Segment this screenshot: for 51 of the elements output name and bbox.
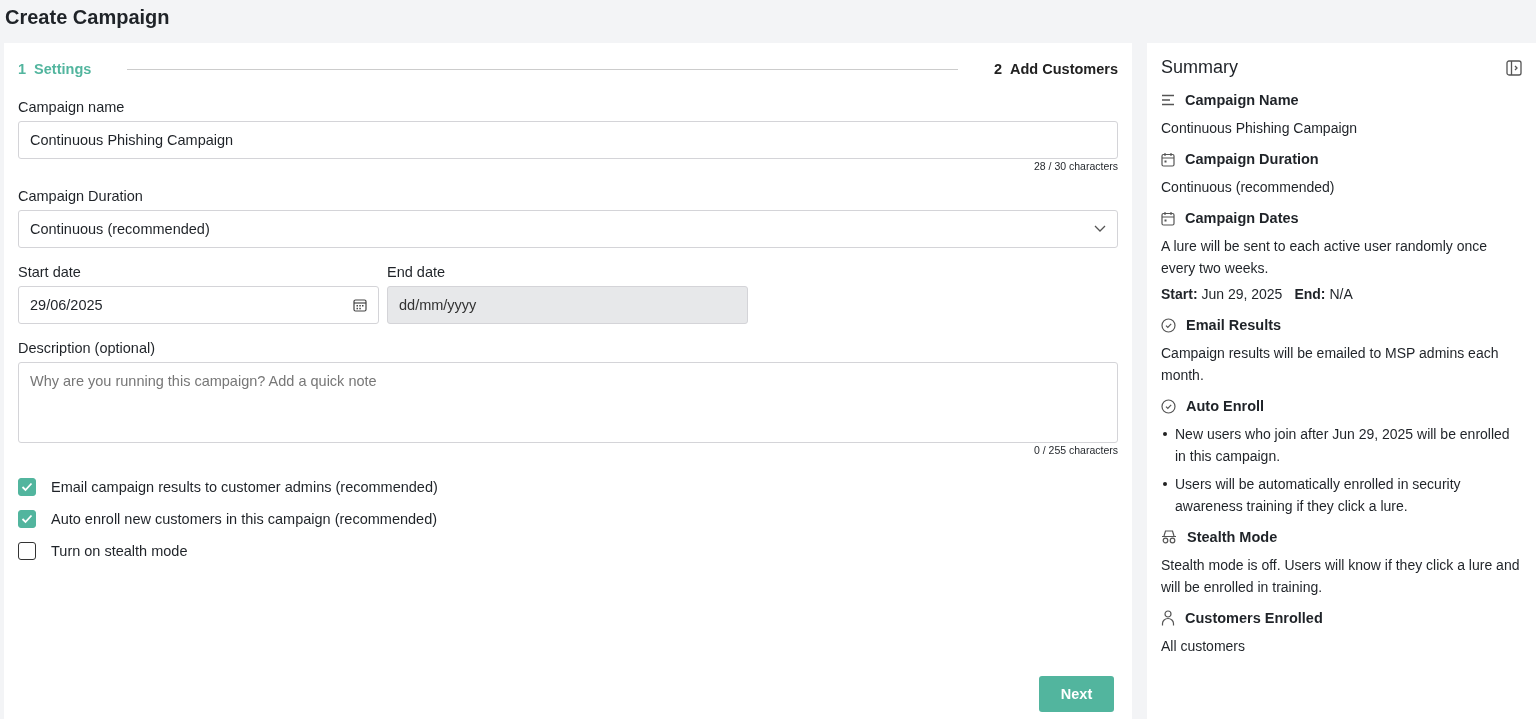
chevron-down-icon <box>1094 225 1106 233</box>
section-text: Continuous Phishing Campaign <box>1161 119 1359 138</box>
field-label: Description (optional) <box>18 340 156 356</box>
check-circle-icon <box>1161 317 1176 333</box>
incognito-icon <box>1161 530 1177 544</box>
checkbox-label: Turn on stealth mode <box>51 543 188 559</box>
section-text: Stealth mode is off. Users will know if they click a lure and will be enrolled in training. <box>1161 556 1521 597</box>
section-title: Campaign Dates <box>1185 210 1299 226</box>
field-label: Campaign name <box>18 99 126 115</box>
section-title: Stealth Mode <box>1187 529 1278 545</box>
start-date-text: Start: Jun 29, 2025 <box>1161 285 1283 304</box>
calendar-icon <box>353 298 367 312</box>
section-text: Continuous (recommended) <box>1161 178 1336 197</box>
campaign-name-field[interactable]: Continuous Phishing Campaign <box>18 121 1118 159</box>
end-date-text: End: N/A <box>1294 285 1353 304</box>
calendar-icon <box>1161 210 1175 226</box>
check-circle-icon <box>1161 398 1176 414</box>
person-icon <box>1161 610 1175 626</box>
character-counter: 0 / 255 characters <box>1032 444 1118 456</box>
panel-toggle-icon[interactable] <box>1506 59 1522 76</box>
start-date-field[interactable]: 29/06/2025 <box>18 286 379 324</box>
checkbox-label: Auto enroll new customers in this campaign (recommended) <box>51 511 438 527</box>
lines-icon <box>1161 94 1175 106</box>
section-title: Auto Enroll <box>1186 398 1265 414</box>
character-counter: 28 / 30 characters <box>1032 160 1118 172</box>
checkbox[interactable] <box>18 478 36 496</box>
step-tab[interactable]: 2 Add Customers <box>993 61 1118 77</box>
checkbox-label: Email campaign results to customer admins (recommended) <box>51 479 438 495</box>
section-title: Customers Enrolled <box>1185 610 1323 626</box>
summary-title: Summary <box>1161 57 1238 78</box>
description-field[interactable]: Why are you running this campaign? Add a quick note <box>18 362 1118 443</box>
calendar-icon <box>1161 151 1175 167</box>
checkbox[interactable] <box>18 510 36 528</box>
field-label: Start date <box>18 264 82 280</box>
checkbox[interactable] <box>18 542 36 560</box>
section-title: Campaign Name <box>1185 92 1299 108</box>
bullet-icon <box>1163 482 1167 486</box>
section-text: Campaign results will be emailed to MSP admins each month. <box>1161 344 1500 385</box>
field-label: Campaign Duration <box>18 188 144 204</box>
page-title: Create Campaign <box>4 5 171 30</box>
section-text: A lure will be sent to each active user randomly once every two weeks. <box>1161 237 1489 278</box>
section-title: Campaign Duration <box>1185 151 1319 167</box>
bullet-text: Users will be automatically enrolled in security awareness training if they click a lure. <box>1175 475 1462 516</box>
duration-dropdown[interactable]: Continuous (recommended) <box>18 210 1118 248</box>
check-icon <box>21 514 33 524</box>
section-text: All customers <box>1161 637 1247 656</box>
bullet-icon <box>1163 432 1167 436</box>
bullet-text: New users who join after Jun 29, 2025 will be enrolled in this campaign. <box>1175 425 1511 466</box>
check-icon <box>21 482 33 492</box>
field-label: End date <box>387 264 447 280</box>
section-title: Email Results <box>1186 317 1282 333</box>
